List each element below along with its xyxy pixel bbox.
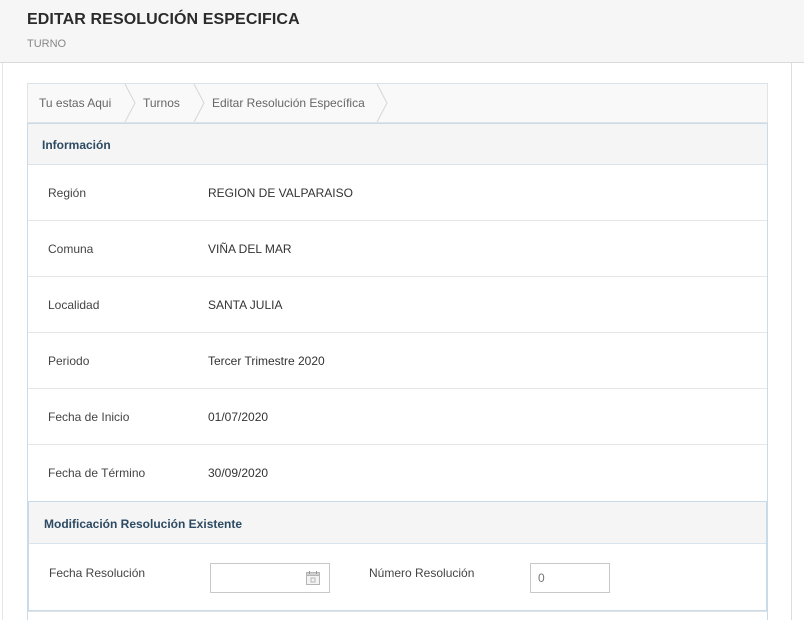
info-label: Localidad	[48, 298, 100, 312]
page: EDITAR RESOLUCIÓN ESPECIFICA TURNO Tu es…	[0, 0, 804, 620]
info-label: Fecha de Término	[48, 466, 146, 480]
modification-panel-heading: Modificación Resolución Existente	[29, 502, 766, 544]
info-label: Región	[48, 186, 87, 200]
info-value: REGION DE VALPARAISO	[208, 186, 353, 200]
fecha-resolucion-label: Fecha Resolución	[49, 566, 146, 580]
breadcrumb-separator-icon	[193, 84, 205, 122]
breadcrumb-separator-icon	[376, 84, 388, 122]
info-row-fecha-inicio: Fecha de Inicio 01/07/2020	[28, 389, 767, 445]
breadcrumb-item-turnos[interactable]: Turnos	[143, 84, 180, 122]
content-right-border	[791, 63, 792, 620]
breadcrumb-item-current: Editar Resolución Específica	[212, 96, 365, 110]
page-title: EDITAR RESOLUCIÓN ESPECIFICA	[27, 11, 300, 28]
info-row-comuna: Comuna VIÑA DEL MAR	[28, 221, 767, 277]
numero-resolucion-label: Número Resolución	[369, 566, 475, 580]
modification-panel: Modificación Resolución Existente Fecha …	[28, 501, 767, 611]
info-row-localidad: Localidad SANTA JULIA	[28, 277, 767, 333]
info-row-fecha-termino: Fecha de Término 30/09/2020	[28, 445, 767, 501]
info-panel-heading: Información	[28, 124, 767, 165]
info-value: VIÑA DEL MAR	[208, 242, 292, 256]
modification-panel-title: Modificación Resolución Existente	[44, 517, 243, 531]
info-value: Tercer Trimestre 2020	[208, 354, 325, 368]
info-value: 30/09/2020	[208, 466, 269, 480]
breadcrumb-separator-icon	[124, 84, 136, 122]
page-header: EDITAR RESOLUCIÓN ESPECIFICA TURNO	[0, 0, 804, 63]
info-label: Fecha de Inicio	[48, 410, 130, 424]
info-panel: Información Región REGION DE VALPARAISO …	[27, 123, 768, 620]
content-left-border	[2, 63, 3, 620]
calendar-icon[interactable]	[305, 570, 321, 586]
breadcrumb: Tu estas Aqui Turnos Editar Resolución E…	[27, 83, 768, 123]
info-label: Comuna	[48, 242, 94, 256]
info-value: 01/07/2020	[208, 410, 269, 424]
info-label: Periodo	[48, 354, 90, 368]
page-subtitle: TURNO	[27, 38, 67, 50]
breadcrumb-item-home[interactable]: Tu estas Aqui	[39, 84, 111, 122]
info-value: SANTA JULIA	[208, 298, 283, 312]
numero-resolucion-input[interactable]	[530, 563, 610, 593]
info-panel-title: Información	[42, 138, 111, 152]
info-row-periodo: Periodo Tercer Trimestre 2020	[28, 333, 767, 389]
info-row-region: Región REGION DE VALPARAISO	[28, 165, 767, 221]
next-section-edge	[28, 611, 767, 620]
